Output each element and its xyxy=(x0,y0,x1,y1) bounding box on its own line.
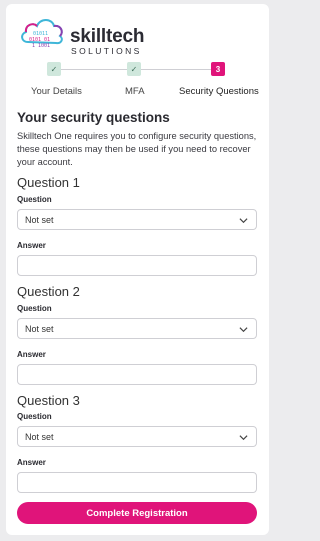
brand-subtitle: SOLUTIONS xyxy=(71,46,142,56)
step-3-marker: 3 xyxy=(211,62,225,76)
step-3-label: Security Questions xyxy=(179,86,259,97)
cloud-logo-icon: 01011 0101 01 1 1001 xyxy=(21,19,63,49)
question-2-heading: Question 2 xyxy=(17,284,80,299)
registration-card: 01011 0101 01 1 1001 skilltech SOLUTIONS… xyxy=(6,4,269,535)
question-1-label: Question xyxy=(17,195,52,204)
complete-registration-button[interactable]: Complete Registration xyxy=(17,502,257,524)
intro-text: Skilltech One requires you to configure … xyxy=(17,131,257,167)
step-2-check-icon: ✓ xyxy=(127,62,141,76)
chevron-down-icon xyxy=(239,218,248,224)
answer-3-input[interactable] xyxy=(17,472,257,493)
registration-stepper: ✓ Your Details ✓ MFA 3 Security Question… xyxy=(6,62,269,102)
step-1-label: Your Details xyxy=(31,86,82,97)
question-1-selected-value: Not set xyxy=(25,214,54,225)
question-2-selected-value: Not set xyxy=(25,323,54,334)
answer-3-label: Answer xyxy=(17,458,46,467)
question-3-selected-value: Not set xyxy=(25,431,54,442)
brand-name: skilltech xyxy=(70,26,145,47)
step-1-check-icon: ✓ xyxy=(47,62,61,76)
question-1-select[interactable]: Not set xyxy=(17,209,257,230)
answer-2-label: Answer xyxy=(17,350,46,359)
question-3-heading: Question 3 xyxy=(17,393,80,408)
svg-text:1 1001: 1 1001 xyxy=(32,43,50,49)
step-2-label: MFA xyxy=(125,86,145,97)
brand-logo: 01011 0101 01 1 1001 skilltech SOLUTIONS xyxy=(18,14,148,56)
chevron-down-icon xyxy=(239,327,248,333)
question-3-label: Question xyxy=(17,412,52,421)
question-3-select[interactable]: Not set xyxy=(17,426,257,447)
answer-1-label: Answer xyxy=(17,241,46,250)
answer-1-input[interactable] xyxy=(17,255,257,276)
answer-2-input[interactable] xyxy=(17,364,257,385)
question-2-select[interactable]: Not set xyxy=(17,318,257,339)
chevron-down-icon xyxy=(239,435,248,441)
question-1-heading: Question 1 xyxy=(17,175,80,190)
question-2-label: Question xyxy=(17,304,52,313)
page-title: Your security questions xyxy=(17,110,170,125)
